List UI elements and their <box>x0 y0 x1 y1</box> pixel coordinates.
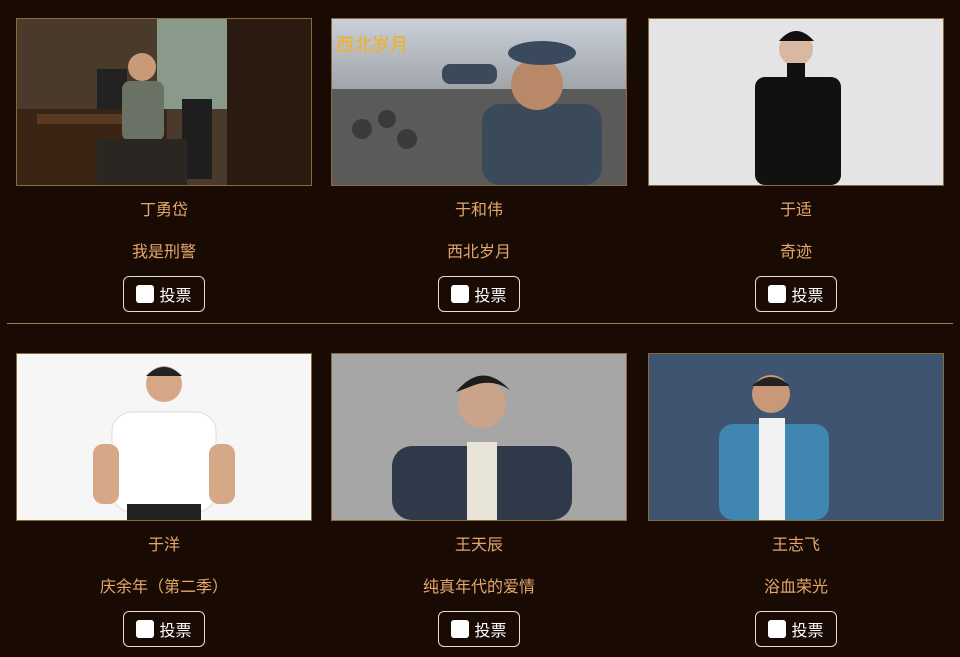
vote-button[interactable]: 投票 <box>123 611 205 647</box>
movie-title-overlay: 西北岁月 <box>336 34 408 56</box>
vote-label: 投票 <box>159 621 192 640</box>
candidate-card: 于洋 庆余年（第二季） 投票 <box>16 353 312 647</box>
candidate-photo <box>16 18 312 186</box>
candidate-show: 浴血荣光 <box>763 577 828 596</box>
checkbox-icon[interactable] <box>768 285 787 303</box>
checkbox-icon[interactable] <box>136 620 155 638</box>
candidate-photo <box>331 353 627 521</box>
candidate-card: 王天辰 纯真年代的爱情 投票 <box>331 353 627 647</box>
candidate-card: 西北岁月 于和伟 西北岁月 投票 <box>331 18 627 312</box>
checkbox-icon[interactable] <box>451 620 470 638</box>
vote-label: 投票 <box>791 286 824 305</box>
candidate-photo <box>648 353 944 521</box>
candidate-name: 王志飞 <box>771 535 820 554</box>
vote-button[interactable]: 投票 <box>123 276 205 312</box>
vote-button[interactable]: 投票 <box>755 611 837 647</box>
candidate-card: 于适 奇迹 投票 <box>648 18 944 312</box>
checkbox-icon[interactable] <box>451 285 470 303</box>
candidate-photo: 西北岁月 <box>331 18 627 186</box>
candidate-show: 我是刑警 <box>131 242 196 261</box>
candidate-card: 丁勇岱 我是刑警 投票 <box>16 18 312 312</box>
candidate-name: 王天辰 <box>454 535 503 554</box>
vote-button[interactable]: 投票 <box>438 611 520 647</box>
candidate-show: 奇迹 <box>779 242 812 261</box>
vote-label: 投票 <box>474 286 507 305</box>
candidate-show: 纯真年代的爱情 <box>422 577 535 596</box>
candidate-photo <box>16 353 312 521</box>
vote-label: 投票 <box>791 621 824 640</box>
candidate-name: 于洋 <box>147 535 180 554</box>
candidate-name: 丁勇岱 <box>139 200 188 219</box>
candidate-show: 西北岁月 <box>446 242 511 261</box>
vote-label: 投票 <box>474 621 507 640</box>
vote-label: 投票 <box>159 286 192 305</box>
candidate-card: 王志飞 浴血荣光 投票 <box>648 353 944 647</box>
checkbox-icon[interactable] <box>768 620 787 638</box>
vote-button[interactable]: 投票 <box>755 276 837 312</box>
vote-button[interactable]: 投票 <box>438 276 520 312</box>
row-divider <box>7 323 953 324</box>
candidate-name: 于和伟 <box>454 200 503 219</box>
candidate-name: 于适 <box>779 200 812 219</box>
checkbox-icon[interactable] <box>136 285 155 303</box>
candidate-show: 庆余年（第二季） <box>99 577 228 596</box>
candidate-photo <box>648 18 944 186</box>
